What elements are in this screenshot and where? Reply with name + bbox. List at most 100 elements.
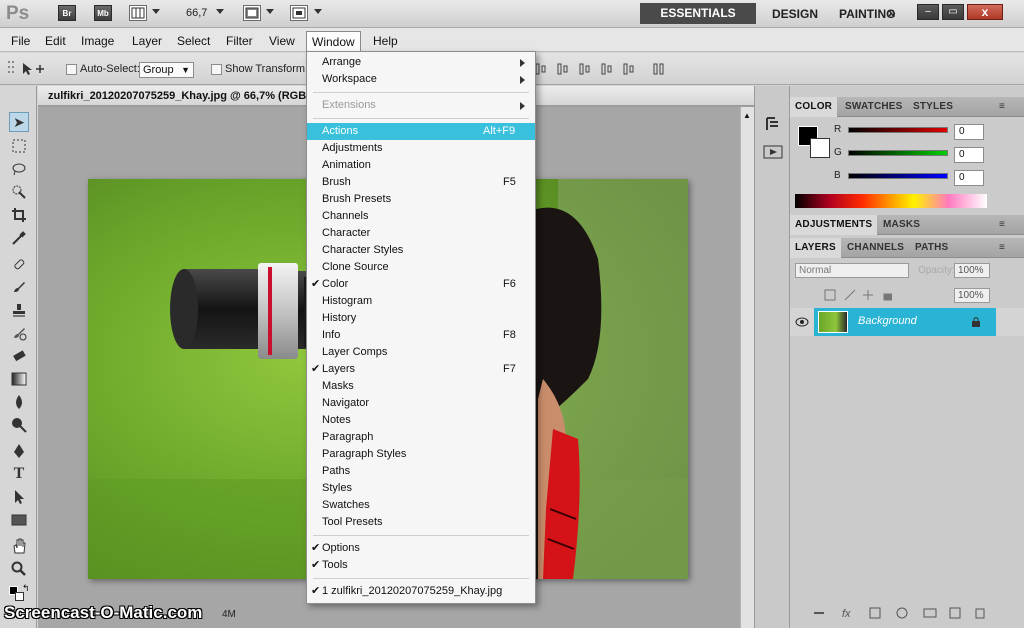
lock-icons[interactable]	[800, 288, 892, 302]
workspace-painting[interactable]: PAINTING	[839, 7, 895, 21]
menu-layer[interactable]: Layer	[132, 34, 162, 48]
window-menu-item-layer-comps[interactable]: Layer Comps	[307, 344, 535, 361]
menu-select[interactable]: Select	[177, 34, 210, 48]
window-menu-item-notes[interactable]: Notes	[307, 412, 535, 429]
window-menu-item-character-styles[interactable]: Character Styles	[307, 242, 535, 259]
vertical-scrollbar[interactable]: ▲	[740, 107, 754, 628]
chevron-down-icon[interactable]	[152, 9, 160, 14]
window-menu-item-adjustments[interactable]: Adjustments	[307, 140, 535, 157]
move-tool-preset-icon[interactable]	[20, 61, 48, 77]
eyedropper-tool-icon[interactable]	[9, 228, 29, 248]
path-selection-tool-icon[interactable]	[9, 487, 29, 507]
move-tool-icon[interactable]: ➤	[9, 112, 29, 132]
history-icon[interactable]	[763, 114, 783, 134]
eye-icon[interactable]	[795, 316, 809, 328]
minimize-button[interactable]: –	[917, 4, 939, 20]
workspace-essentials[interactable]: ESSENTIALS	[640, 3, 756, 24]
type-tool-icon[interactable]: T	[9, 464, 29, 484]
color-spectrum-ramp[interactable]	[795, 194, 987, 208]
window-menu-item-layers[interactable]: ✔ Layers F7	[307, 361, 535, 378]
window-menu-item-channels[interactable]: Channels	[307, 208, 535, 225]
hand-tool-icon[interactable]	[9, 536, 29, 556]
window-menu-item-character[interactable]: Character	[307, 225, 535, 242]
clone-stamp-tool-icon[interactable]	[9, 300, 29, 320]
tab-adjustments[interactable]: ADJUSTMENTS	[790, 215, 878, 235]
gradient-tool-icon[interactable]	[9, 369, 29, 389]
dodge-tool-icon[interactable]	[9, 415, 29, 435]
tab-channels[interactable]: CHANNELS	[842, 238, 909, 258]
window-menu-item-info[interactable]: Info F8	[307, 327, 535, 344]
tab-layers[interactable]: LAYERS	[790, 238, 841, 258]
green-value-input[interactable]: 0	[954, 147, 984, 163]
menu-filter[interactable]: Filter	[226, 34, 253, 48]
zoom-level[interactable]: 66,7	[186, 7, 207, 19]
window-menu-item-workspace[interactable]: Workspace	[307, 71, 535, 88]
window-menu-item-1-zulfikri-20120207075259-khay-jpg[interactable]: ✔ 1 zulfikri_20120207075259_Khay.jpg	[307, 583, 535, 600]
marquee-tool-icon[interactable]	[9, 136, 29, 156]
healing-brush-tool-icon[interactable]	[9, 254, 29, 274]
lasso-tool-icon[interactable]	[9, 159, 29, 179]
window-menu-item-arrange[interactable]: Arrange	[307, 54, 535, 71]
mini-bridge-button[interactable]: Mb	[94, 5, 112, 21]
view-extras-button[interactable]	[129, 5, 147, 21]
red-slider[interactable]	[848, 127, 948, 133]
rectangle-tool-icon[interactable]	[9, 510, 29, 530]
brush-tool-icon[interactable]	[9, 277, 29, 297]
window-menu-item-tools[interactable]: ✔ Tools	[307, 557, 535, 574]
window-menu-item-brush[interactable]: Brush F5	[307, 174, 535, 191]
window-menu-item-clone-source[interactable]: Clone Source	[307, 259, 535, 276]
window-menu-item-history[interactable]: History	[307, 310, 535, 327]
window-menu-item-swatches[interactable]: Swatches	[307, 497, 535, 514]
window-menu-item-color[interactable]: ✔ Color F6	[307, 276, 535, 293]
window-menu-item-extensions[interactable]: Extensions	[307, 97, 535, 114]
workspace-design[interactable]: DESIGN	[772, 7, 818, 21]
screen-mode-button[interactable]	[290, 5, 308, 21]
blue-value-input[interactable]: 0	[954, 170, 984, 186]
window-menu-item-masks[interactable]: Masks	[307, 378, 535, 395]
restore-button[interactable]: ▭	[942, 4, 964, 20]
distribute-icons[interactable]	[534, 61, 674, 77]
layer-row-background[interactable]: Background	[790, 308, 1024, 336]
chevron-down-icon[interactable]	[314, 9, 322, 14]
window-menu-item-actions[interactable]: Actions Alt+F9	[307, 123, 535, 140]
window-menu-item-animation[interactable]: Animation	[307, 157, 535, 174]
pen-tool-icon[interactable]	[9, 441, 29, 461]
auto-select-dropdown[interactable]: Group ▼	[139, 62, 194, 78]
menu-edit[interactable]: Edit	[45, 34, 66, 48]
menu-file[interactable]: File	[11, 34, 30, 48]
zoom-tool-icon[interactable]	[9, 559, 29, 579]
window-menu-item-paths[interactable]: Paths	[307, 463, 535, 480]
window-menu-item-paragraph[interactable]: Paragraph	[307, 429, 535, 446]
quick-selection-tool-icon[interactable]	[9, 182, 29, 202]
window-menu-item-histogram[interactable]: Histogram	[307, 293, 535, 310]
window-menu-item-tool-presets[interactable]: Tool Presets	[307, 514, 535, 531]
window-menu-item-brush-presets[interactable]: Brush Presets	[307, 191, 535, 208]
tab-paths[interactable]: PATHS	[910, 238, 953, 258]
history-brush-tool-icon[interactable]	[9, 323, 29, 343]
panel-menu-icon[interactable]: ≡	[994, 238, 1010, 258]
swap-colors-icon[interactable]: ↰	[22, 583, 30, 594]
color-swatches[interactable]: ↰	[9, 583, 30, 604]
more-workspaces-button[interactable]: »	[888, 4, 896, 20]
menu-image[interactable]: Image	[81, 34, 114, 48]
menu-window[interactable]: Window	[306, 31, 361, 52]
opacity-input[interactable]: 100%	[954, 263, 990, 278]
arrange-documents-button[interactable]	[243, 5, 261, 21]
red-value-input[interactable]: 0	[954, 124, 984, 140]
window-menu-item-navigator[interactable]: Navigator	[307, 395, 535, 412]
blue-slider[interactable]	[848, 173, 948, 179]
menu-help[interactable]: Help	[373, 34, 398, 48]
scroll-up-icon[interactable]: ▲	[743, 111, 751, 120]
chevron-down-icon[interactable]	[216, 9, 224, 14]
crop-tool-icon[interactable]	[9, 205, 29, 225]
panel-menu-icon[interactable]: ≡	[994, 215, 1010, 235]
window-menu-item-options[interactable]: ✔ Options	[307, 540, 535, 557]
bridge-button[interactable]: Br	[58, 5, 76, 21]
tab-masks[interactable]: MASKS	[878, 215, 925, 235]
auto-select-checkbox[interactable]	[66, 64, 77, 75]
window-menu-item-styles[interactable]: Styles	[307, 480, 535, 497]
window-menu-item-paragraph-styles[interactable]: Paragraph Styles	[307, 446, 535, 463]
tab-styles[interactable]: STYLES	[908, 97, 958, 117]
tab-swatches[interactable]: SWATCHES	[840, 97, 908, 117]
actions-icon[interactable]	[763, 144, 783, 160]
